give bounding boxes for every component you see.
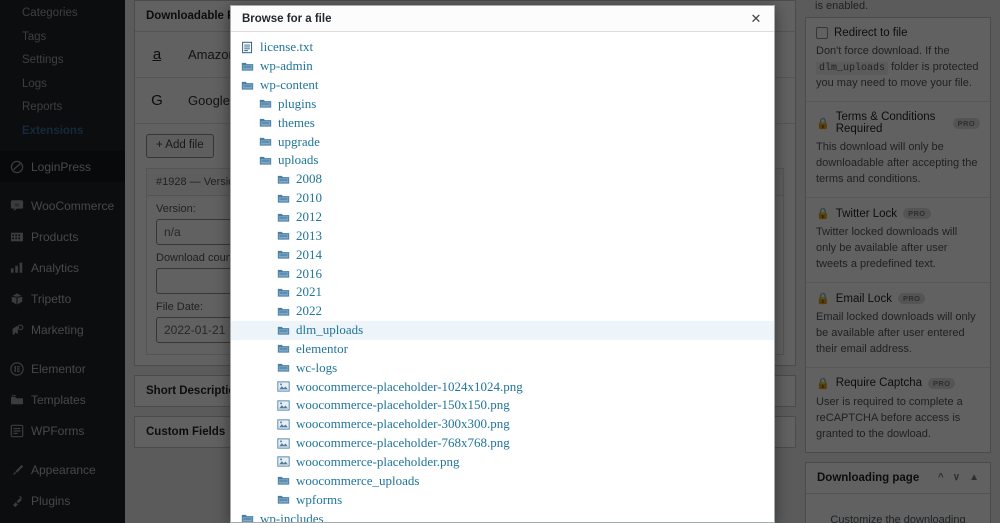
folder-icon	[241, 79, 254, 92]
folder-icon	[277, 286, 290, 299]
tree-item-label: woocommerce_uploads	[296, 472, 420, 488]
tree-folder-item[interactable]: wp-admin	[231, 57, 774, 76]
tree-folder-item[interactable]: 2012	[231, 208, 774, 227]
tree-item-label: 2012	[296, 209, 322, 225]
tree-folder-item[interactable]: dlm_uploads	[231, 320, 774, 340]
tree-folder-item[interactable]: 2021	[231, 283, 774, 302]
tree-folder-item[interactable]: plugins	[231, 95, 774, 114]
tree-item-label: 2008	[296, 171, 322, 187]
folder-icon	[277, 267, 290, 280]
tree-item-label: wp-admin	[260, 58, 313, 74]
tree-item-label: wpforms	[296, 491, 343, 507]
tree-item-label: upgrade	[278, 133, 320, 149]
image-file-icon	[277, 437, 290, 450]
tree-folder-item[interactable]: wp-includes	[231, 509, 774, 522]
tree-item-label: woocommerce-placeholder-1024x1024.png	[296, 378, 523, 394]
browse-for-file-dialog: Browse for a file ✕ license.txt wp-admin w…	[230, 5, 775, 523]
tree-folder-item[interactable]: wc-logs	[231, 358, 774, 377]
tree-item-label: 2013	[296, 227, 322, 243]
tree-item-label: woocommerce-placeholder-300x300.png	[296, 416, 510, 432]
dialog-header: Browse for a file ✕	[231, 6, 774, 32]
tree-item-label: plugins	[278, 95, 317, 111]
folder-icon	[277, 361, 290, 374]
folder-icon	[277, 342, 290, 355]
folder-icon	[277, 192, 290, 205]
tree-file-item[interactable]: woocommerce-placeholder.png	[231, 453, 774, 472]
folder-icon	[277, 305, 290, 318]
tree-folder-item[interactable]: wpforms	[231, 490, 774, 509]
image-file-icon	[277, 418, 290, 431]
tree-folder-item[interactable]: 2022	[231, 302, 774, 321]
image-file-icon	[277, 455, 290, 468]
folder-icon	[277, 474, 290, 487]
folder-icon	[259, 116, 272, 129]
tree-file-item[interactable]: woocommerce-placeholder-768x768.png	[231, 434, 774, 453]
file-tree-list: license.txt wp-admin wp-content plugins them…	[231, 38, 774, 522]
tree-item-label: 2014	[296, 246, 322, 262]
tree-item-label: 2010	[296, 190, 322, 206]
folder-icon	[259, 97, 272, 110]
close-icon[interactable]: ✕	[748, 11, 764, 27]
folder-icon	[259, 154, 272, 167]
folder-icon	[241, 512, 254, 522]
folder-icon	[277, 324, 290, 337]
folder-icon	[259, 135, 272, 148]
folder-icon	[277, 211, 290, 224]
folder-icon	[277, 173, 290, 186]
screen-root: CategoriesTagsSettingsLogsReportsExtensi…	[0, 0, 1000, 523]
tree-folder-item[interactable]: uploads	[231, 151, 774, 170]
tree-item-label: elementor	[296, 340, 348, 356]
tree-folder-item[interactable]: 2014	[231, 245, 774, 264]
tree-folder-item[interactable]: upgrade	[231, 132, 774, 151]
tree-item-label: wp-content	[260, 77, 319, 93]
tree-folder-item[interactable]: 2013	[231, 226, 774, 245]
folder-icon	[277, 248, 290, 261]
tree-item-label: woocommerce-placeholder-150x150.png	[296, 397, 510, 413]
tree-folder-item[interactable]: 2010	[231, 189, 774, 208]
tree-item-label: 2021	[296, 284, 322, 300]
dialog-title: Browse for a file	[242, 12, 332, 25]
tree-item-label: wp-includes	[260, 510, 324, 522]
tree-folder-item[interactable]: 2016	[231, 264, 774, 283]
tree-item-label: woocommerce-placeholder.png	[296, 453, 460, 469]
tree-item-label: license.txt	[260, 39, 314, 55]
file-tree[interactable]: license.txt wp-admin wp-content plugins them…	[231, 32, 774, 522]
folder-icon	[277, 493, 290, 506]
tree-item-label: dlm_uploads	[296, 322, 364, 338]
tree-item-label: 2022	[296, 303, 322, 319]
tree-item-label: uploads	[278, 152, 319, 168]
text-file-icon	[241, 41, 254, 54]
folder-icon	[241, 60, 254, 73]
tree-folder-item[interactable]: woocommerce_uploads	[231, 471, 774, 490]
tree-folder-item[interactable]: themes	[231, 113, 774, 132]
folder-icon	[277, 229, 290, 242]
tree-file-item[interactable]: woocommerce-placeholder-150x150.png	[231, 396, 774, 415]
image-file-icon	[277, 380, 290, 393]
tree-item-label: 2016	[296, 265, 322, 281]
image-file-icon	[277, 399, 290, 412]
tree-file-item[interactable]: license.txt	[231, 38, 774, 57]
tree-file-item[interactable]: woocommerce-placeholder-1024x1024.png	[231, 377, 774, 396]
tree-file-item[interactable]: woocommerce-placeholder-300x300.png	[231, 415, 774, 434]
tree-folder-item[interactable]: 2008	[231, 170, 774, 189]
tree-item-label: woocommerce-placeholder-768x768.png	[296, 435, 510, 451]
tree-folder-item[interactable]: wp-content	[231, 76, 774, 95]
tree-folder-item[interactable]: elementor	[231, 340, 774, 359]
tree-item-label: themes	[278, 114, 315, 130]
tree-item-label: wc-logs	[296, 359, 338, 375]
